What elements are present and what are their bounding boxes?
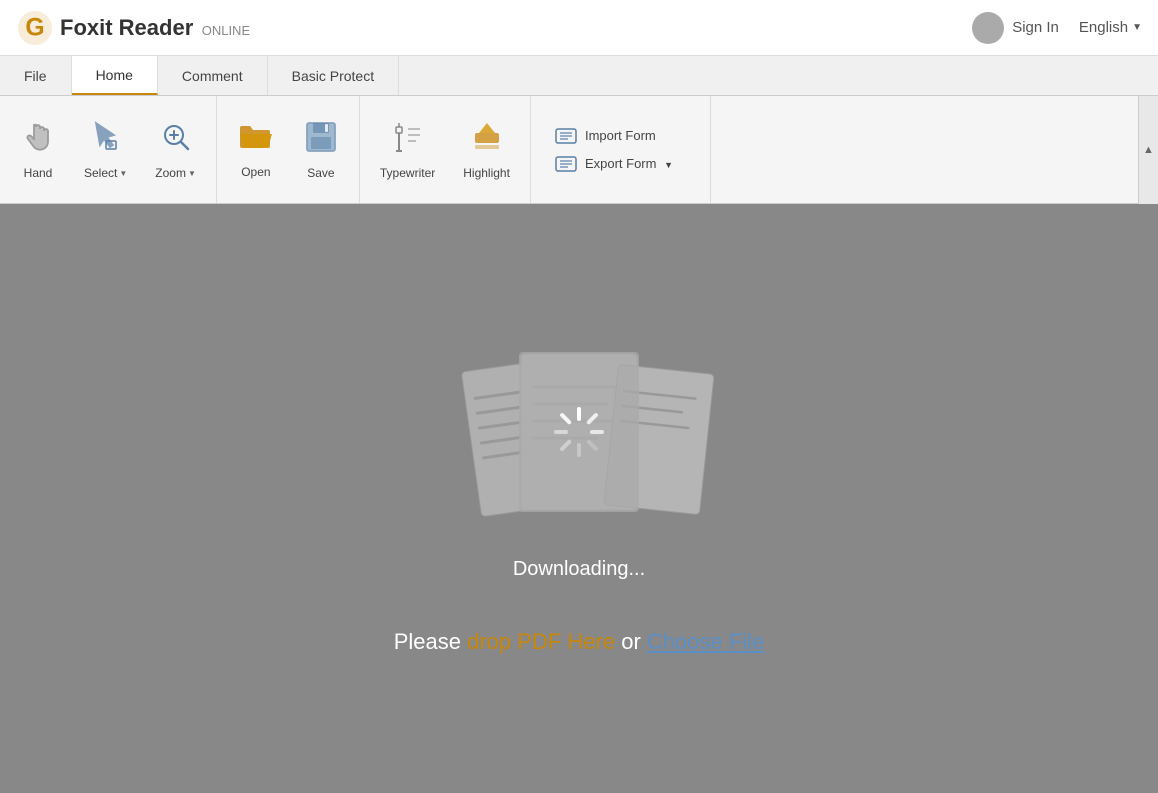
drop-pdf-link[interactable]: drop PDF Here <box>467 629 615 654</box>
loading-overlay: @keyframes spin2 { to { transform: rotat… <box>519 352 639 512</box>
toolbar-group-tools: Hand Select ▼ <box>0 96 217 203</box>
open-folder-icon <box>237 120 275 159</box>
save-icon <box>303 119 339 160</box>
toolbar-group-annotations: Typewriter Highlight <box>360 96 531 203</box>
tab-comment[interactable]: Comment <box>158 56 268 95</box>
language-selector[interactable]: English ▼ <box>1079 19 1142 36</box>
please-text: Please <box>394 629 461 654</box>
typewriter-label: Typewriter <box>380 166 435 180</box>
tab-basic-protect[interactable]: Basic Protect <box>268 56 399 95</box>
import-form-button[interactable]: Import Form <box>547 122 694 150</box>
tab-home[interactable]: Home <box>72 56 158 95</box>
zoom-tool-button[interactable]: Zoom ▼ <box>143 111 208 188</box>
or-text: or <box>621 629 641 654</box>
select-tool-button[interactable]: Select ▼ <box>72 111 139 188</box>
logo: G Foxit Reader ONLINE <box>16 9 250 47</box>
save-label: Save <box>307 166 334 180</box>
header: G Foxit Reader ONLINE Sign In English ▼ <box>0 0 1158 56</box>
drop-zone-text: Please drop PDF Here or Choose File <box>394 629 765 655</box>
toolbar: Hand Select ▼ <box>0 96 1158 204</box>
sign-in-button[interactable]: Sign In <box>972 12 1059 44</box>
highlight-label: Highlight <box>463 166 510 180</box>
svg-text:G: G <box>25 14 44 41</box>
header-right: Sign In English ▼ <box>972 12 1142 44</box>
language-label: English <box>1079 19 1128 36</box>
highlight-button[interactable]: Highlight <box>451 111 522 188</box>
downloading-text: Downloading... <box>513 558 645 581</box>
collapse-icon: ▲ <box>1143 144 1154 156</box>
hand-tool-button[interactable]: Hand <box>8 111 68 188</box>
import-form-label: Import Form <box>585 128 656 143</box>
hand-icon <box>20 119 56 160</box>
toolbar-group-file-ops: Open Save <box>217 96 360 203</box>
export-chevron-icon: ▼ <box>664 160 673 170</box>
tab-file[interactable]: File <box>0 56 72 95</box>
toolbar-group-form: Import Form Export Form ▼ <box>531 96 711 203</box>
zoom-icon <box>158 119 194 160</box>
export-form-button[interactable]: Export Form ▼ <box>547 150 694 178</box>
save-button[interactable]: Save <box>291 111 351 188</box>
typewriter-button[interactable]: Typewriter <box>368 111 447 188</box>
highlight-icon <box>469 119 505 160</box>
main-content: @keyframes spin2 { to { transform: rotat… <box>0 204 1158 793</box>
open-button[interactable]: Open <box>225 112 287 187</box>
zoom-label: Zoom ▼ <box>155 166 196 180</box>
select-chevron-icon: ▼ <box>119 169 127 178</box>
logo-brand-text: Foxit Reader ONLINE <box>60 15 250 41</box>
spinner-icon: @keyframes spin2 { to { transform: rotat… <box>552 405 606 459</box>
chevron-down-icon: ▼ <box>1132 22 1142 33</box>
export-form-label: Export Form ▼ <box>585 156 673 171</box>
spinner-container: @keyframes spin2 { to { transform: rotat… <box>552 405 606 459</box>
zoom-chevron-icon: ▼ <box>188 169 196 178</box>
select-label: Select ▼ <box>84 166 127 180</box>
user-avatar <box>972 12 1004 44</box>
sign-in-label: Sign In <box>1012 19 1059 36</box>
export-form-icon <box>555 156 577 172</box>
foxit-logo-icon: G <box>16 9 54 47</box>
import-form-icon <box>555 128 577 144</box>
select-icon <box>88 119 124 160</box>
typewriter-icon <box>390 119 426 160</box>
hand-label: Hand <box>24 166 53 180</box>
document-preview-area: @keyframes spin2 { to { transform: rotat… <box>439 342 719 542</box>
choose-file-link[interactable]: Choose File <box>647 629 764 654</box>
open-label: Open <box>241 165 270 179</box>
toolbar-collapse-button[interactable]: ▲ <box>1138 96 1158 204</box>
nav-tabs: File Home Comment Basic Protect <box>0 56 1158 96</box>
